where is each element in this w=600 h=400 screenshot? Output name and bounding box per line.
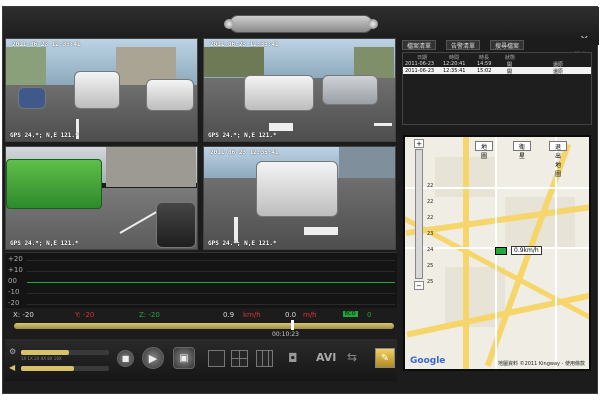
map-label: 25 — [427, 263, 434, 269]
camera-view-2[interactable]: 2011-06-23 12:35:41 GPS 24.*; N,E 121.* — [203, 38, 396, 142]
camera-grid: 2011-06-23 12:35:41 GPS 24.*; N,E 121.* … — [5, 38, 397, 250]
eco-value: 0 — [367, 311, 372, 319]
map-label: 22 — [427, 215, 434, 221]
vehicle-marker-icon — [495, 247, 507, 255]
gsensor-graph: +20 +10 00 -10 -20 — [5, 252, 397, 308]
speed-ticks: 1X 1X 2X 4X 8X 16X — [21, 356, 62, 361]
exit-map-button[interactable]: 退出地圖 — [549, 141, 568, 178]
repeat-icon[interactable]: ⇆ — [347, 350, 357, 364]
zoom-slider[interactable] — [415, 149, 423, 279]
volume-icon: ◀ — [9, 363, 16, 372]
control-bar: ⚙ 1X 1X 2X 4X 8X 16X ◀ ■ ▶ ▣ ◘ AVI ⇆ ✎ — [5, 339, 397, 381]
window-grip[interactable] — [224, 15, 378, 33]
google-logo: Google — [410, 356, 446, 366]
satellite-tab[interactable]: 衛星 — [513, 141, 532, 160]
table-header: 日期 時間 時長 狀態 — [403, 53, 591, 61]
table-row[interactable]: 2011-06-23 12:35:41 15:02 開 還原 — [403, 67, 591, 75]
map-copyright: 地圖資料 ©2011 Kingway - 使用條款 — [497, 361, 585, 367]
layout-quad-button[interactable] — [231, 350, 248, 367]
speed-slider[interactable] — [21, 350, 109, 355]
right-panel: 檔案清單 告警清單 搜尋檔案 描述 日期 時間 時長 狀態 2011-06-23… — [400, 38, 594, 385]
tab-search-file[interactable]: 搜尋檔案 — [490, 40, 525, 50]
camera-view-3[interactable]: GPS 24.*; N,E 121.* — [5, 146, 198, 250]
map-label: 23 — [427, 231, 434, 237]
playback-thumb[interactable] — [291, 320, 295, 330]
zoom-out-button[interactable]: − — [414, 281, 424, 290]
camera-icon[interactable]: ◘ — [288, 351, 298, 365]
graph-label: -20 — [8, 299, 20, 307]
gsensor-line — [27, 282, 395, 283]
map-label: 22 — [427, 199, 434, 205]
camera-view-1[interactable]: 2011-06-23 12:35:41 GPS 24.*; N,E 121.* — [5, 38, 198, 142]
layout-nine-button[interactable] — [256, 350, 273, 367]
file-tabs: 檔案清單 告警清單 搜尋檔案 — [402, 40, 592, 50]
camera-view-4[interactable]: 2011-06-23 12:35:41 GPS 24.*; N,E 121.* — [203, 146, 396, 250]
altitude-unit: m/h — [303, 311, 317, 319]
speed-pin: 0.9km/h — [511, 246, 542, 255]
zoom-in-button[interactable]: + — [414, 139, 424, 148]
tab-alarm-list[interactable]: 告警清單 — [446, 40, 481, 50]
graph-label: +10 — [8, 266, 23, 274]
settings-button[interactable]: ✎ — [375, 348, 395, 368]
x-axis-readout: X: -20 — [13, 311, 34, 319]
playback-time: 00:10:23 — [272, 331, 299, 338]
altitude-value: 0.0 — [285, 311, 297, 319]
camera-gps: GPS 24.*; N,E 121.* — [10, 240, 79, 247]
speed-icon: ⚙ — [9, 347, 17, 356]
camera-timestamp: 2011-06-23 12:35:41 — [210, 41, 279, 48]
avi-export-button[interactable]: AVI — [316, 351, 336, 364]
z-axis-readout: Z: -20 — [139, 311, 160, 319]
y-axis-readout: Y: -20 — [75, 311, 95, 319]
speed-unit: km/h — [243, 311, 261, 319]
map-view[interactable]: + − 22 22 22 23 24 25 25 地圖 衛星 退出地圖 0.9k… — [403, 135, 591, 371]
graph-label: -10 — [8, 288, 20, 296]
volume-slider[interactable] — [21, 366, 109, 371]
speed-value: 0.9 — [223, 311, 235, 319]
graph-label: +20 — [8, 255, 23, 263]
playback-slider[interactable] — [14, 323, 394, 329]
camera-timestamp: 2011-06-23 12:35:41 — [12, 41, 81, 48]
sensor-readout: X: -20 Y: -20 Z: -20 0.9 km/h 0.0 m/h EC… — [5, 310, 397, 322]
file-table: 日期 時間 時長 狀態 2011-06-23 12:20:41 14:59 開 … — [402, 52, 592, 125]
map-label: 24 — [427, 247, 434, 253]
camera-gps: GPS 24.*; N,E 121.* — [208, 132, 277, 139]
camera-timestamp: 2011-06-23 12:35:41 — [210, 149, 279, 156]
map-label: 22 — [427, 183, 434, 189]
camera-gps: GPS 24.*; N,E 121.* — [208, 240, 277, 247]
eco-badge: ECO — [343, 311, 358, 317]
tab-file-list[interactable]: 檔案清單 — [402, 40, 437, 50]
graph-label: 00 — [8, 277, 17, 285]
camera-gps: GPS 24.*; N,E 121.* — [10, 132, 79, 139]
layout-single-button[interactable] — [208, 350, 225, 367]
map-label: 25 — [427, 279, 434, 285]
snapshot-button[interactable]: ▣ — [173, 347, 195, 369]
stop-button[interactable]: ■ — [117, 350, 134, 367]
map-tab[interactable]: 地圖 — [475, 141, 494, 160]
table-row[interactable]: 2011-06-23 12:20:41 14:59 開 還原 — [403, 60, 591, 68]
play-button[interactable]: ▶ — [142, 347, 164, 369]
